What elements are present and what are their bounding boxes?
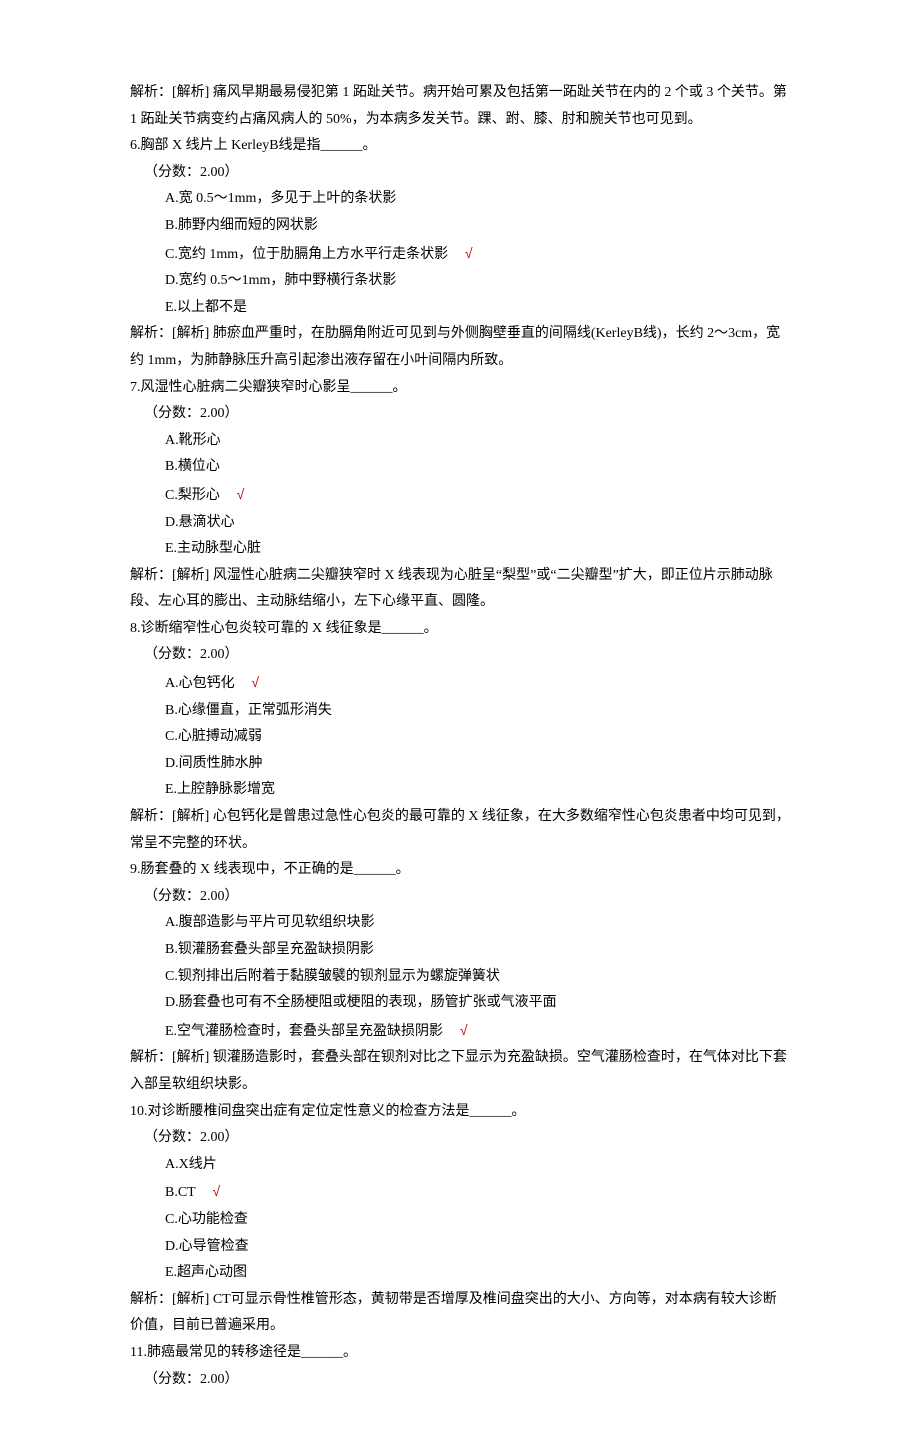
check-icon: √ — [237, 486, 245, 502]
q7-option-d: D.悬滴状心 — [130, 510, 790, 537]
pre-analysis: 解析：[解析] 痛风早期最易侵犯第 1 跖趾关节。病开始可累及包括第一跖趾关节在… — [130, 80, 790, 133]
check-icon: √ — [251, 674, 259, 690]
q10-option-a: A.X线片 — [130, 1152, 790, 1179]
q8-score: （分数：2.00） — [130, 642, 790, 669]
q8-stem: 8.诊断缩窄性心包炎较可靠的 X 线征象是______。 — [130, 616, 790, 643]
q6-analysis: 解析：[解析] 肺瘀血严重时，在肋膈角附近可见到与外侧胸壁垂直的间隔线(Kerl… — [130, 321, 790, 374]
q10-option-e: E.超声心动图 — [130, 1260, 790, 1287]
q6-option-d: D.宽约 0.5～1mm，肺中野横行条状影 — [130, 268, 790, 295]
q10-option-b: B.CT √ — [130, 1178, 790, 1207]
q8-option-b: B.心缘僵直，正常弧形消失 — [130, 698, 790, 725]
question-9: 9.肠套叠的 X 线表现中，不正确的是______。 （分数：2.00） A.腹… — [130, 857, 790, 1098]
check-icon: √ — [465, 245, 473, 261]
q11-score: （分数：2.00） — [130, 1367, 790, 1394]
q6-option-c: C.宽约 1mm，位于肋膈角上方水平行走条状影 √ — [130, 240, 790, 269]
q8-option-e: E.上腔静脉影增宽 — [130, 777, 790, 804]
question-6: 6.胸部 X 线片上 KerleyB线是指______。 （分数：2.00） A… — [130, 133, 790, 374]
question-8: 8.诊断缩窄性心包炎较可靠的 X 线征象是______。 （分数：2.00） A… — [130, 616, 790, 857]
q8-option-a-text: A.心包钙化 — [165, 676, 235, 691]
q7-analysis: 解析：[解析] 风湿性心脏病二尖瓣狭窄时 X 线表现为心脏呈“梨型”或“二尖瓣型… — [130, 563, 790, 616]
q10-option-b-text: B.CT — [165, 1185, 196, 1200]
q9-stem: 9.肠套叠的 X 线表现中，不正确的是______。 — [130, 857, 790, 884]
q7-score: （分数：2.00） — [130, 401, 790, 428]
q8-option-c: C.心脏搏动减弱 — [130, 724, 790, 751]
q10-analysis: 解析：[解析] CT可显示骨性椎管形态，黄韧带是否增厚及椎间盘突出的大小、方向等… — [130, 1287, 790, 1340]
q9-option-b: B.钡灌肠套叠头部呈充盈缺损阴影 — [130, 937, 790, 964]
q6-stem: 6.胸部 X 线片上 KerleyB线是指______。 — [130, 133, 790, 160]
q9-option-e: E.空气灌肠检查时，套叠头部呈充盈缺损阴影 √ — [130, 1017, 790, 1046]
q6-option-b: B.肺野内细而短的网状影 — [130, 213, 790, 240]
q7-option-a: A.靴形心 — [130, 428, 790, 455]
question-10: 10.对诊断腰椎间盘突出症有定位定性意义的检查方法是______。 （分数：2.… — [130, 1099, 790, 1340]
q7-option-b: B.横位心 — [130, 454, 790, 481]
q10-stem: 10.对诊断腰椎间盘突出症有定位定性意义的检查方法是______。 — [130, 1099, 790, 1126]
q9-score: （分数：2.00） — [130, 884, 790, 911]
q9-option-a: A.腹部造影与平片可见软组织块影 — [130, 910, 790, 937]
check-icon: √ — [460, 1022, 468, 1038]
question-7: 7.风湿性心脏病二尖瓣狭窄时心影呈______。 （分数：2.00） A.靴形心… — [130, 375, 790, 616]
q9-option-c: C.钡剂排出后附着于黏膜皱襞的钡剂显示为螺旋弹簧状 — [130, 964, 790, 991]
q7-stem: 7.风湿性心脏病二尖瓣狭窄时心影呈______。 — [130, 375, 790, 402]
q8-option-a: A.心包钙化 √ — [130, 669, 790, 698]
q6-score: （分数：2.00） — [130, 160, 790, 187]
q7-option-e: E.主动脉型心脏 — [130, 536, 790, 563]
check-icon: √ — [213, 1183, 221, 1199]
q9-analysis: 解析：[解析] 钡灌肠造影时，套叠头部在钡剂对比之下显示为充盈缺损。空气灌肠检查… — [130, 1045, 790, 1098]
q11-stem: 11.肺癌最常见的转移途径是______。 — [130, 1340, 790, 1367]
q9-option-d: D.肠套叠也可有不全肠梗阻或梗阻的表现，肠管扩张或气液平面 — [130, 990, 790, 1017]
question-11: 11.肺癌最常见的转移途径是______。 （分数：2.00） — [130, 1340, 790, 1393]
q7-option-c-text: C.梨形心 — [165, 488, 220, 503]
q10-option-c: C.心功能检查 — [130, 1207, 790, 1234]
q9-option-e-text: E.空气灌肠检查时，套叠头部呈充盈缺损阴影 — [165, 1024, 443, 1039]
q6-option-e: E.以上都不是 — [130, 295, 790, 322]
q10-score: （分数：2.00） — [130, 1125, 790, 1152]
q7-option-c: C.梨形心 √ — [130, 481, 790, 510]
q10-option-d: D.心导管检查 — [130, 1234, 790, 1261]
q8-option-d: D.间质性肺水肿 — [130, 751, 790, 778]
q6-option-a: A.宽 0.5～1mm，多见于上叶的条状影 — [130, 186, 790, 213]
q6-option-c-text: C.宽约 1mm，位于肋膈角上方水平行走条状影 — [165, 247, 448, 262]
q8-analysis: 解析：[解析] 心包钙化是曾患过急性心包炎的最可靠的 X 线征象，在大多数缩窄性… — [130, 804, 790, 857]
